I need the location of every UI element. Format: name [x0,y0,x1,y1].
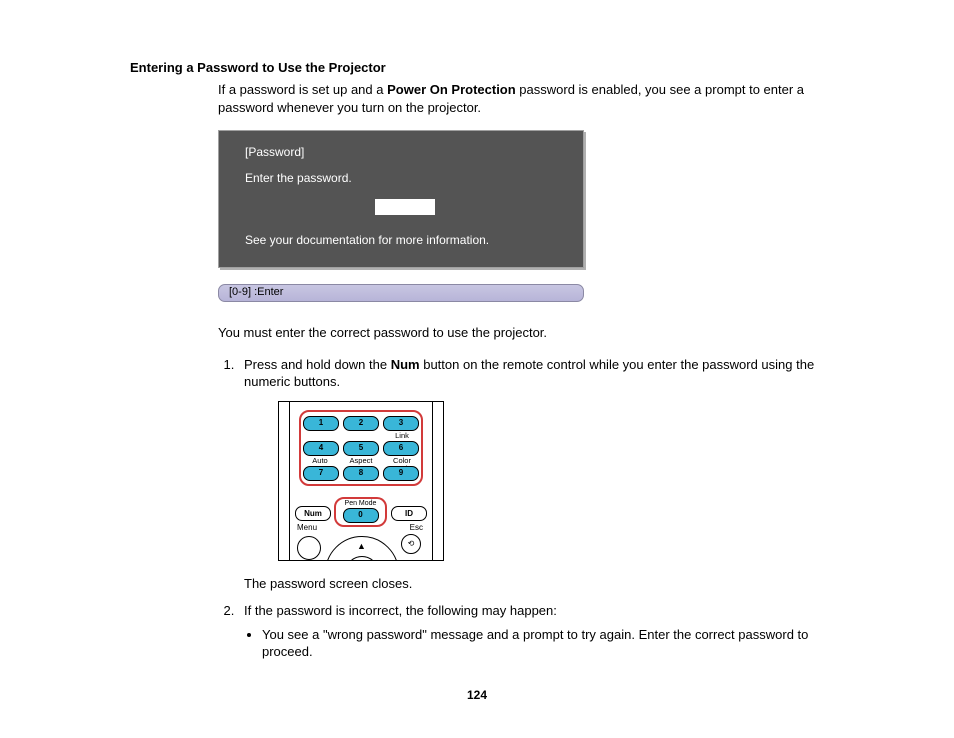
key-2: 2 [343,416,379,431]
key-5: 5 [343,441,379,456]
step1-bold: Num [391,357,420,372]
id-button: ID [391,506,427,521]
step2-bullet-1: You see a "wrong password" message and a… [262,626,859,661]
sublabel-color-mode: Color Mode [385,457,419,465]
numeric-keypad-highlight: 1 2 3 Link Menu 4 5 6 Au [299,410,423,486]
key-7: 7 [303,466,339,481]
section-heading: Entering a Password to Use the Projector [130,60,859,75]
osd-hint: See your documentation for more informat… [245,233,565,247]
remote-body-edge-right [432,401,433,561]
menu-label: Menu [297,523,317,534]
esc-button: ⟲ [401,534,421,554]
menu-button-circle [297,536,321,560]
remote-figure: 1 2 3 Link Menu 4 5 6 Au [278,401,444,561]
intro-bold: Power On Protection [387,82,516,97]
sublabel-aspect: Aspect [344,457,378,465]
osd-password-input [375,199,435,215]
step2-bullets: You see a "wrong password" message and a… [246,626,859,661]
num-button: Num [295,506,331,521]
step-1: Press and hold down the Num button on th… [238,356,859,593]
key-3: 3 [383,416,419,431]
intro-paragraph: If a password is set up and a Power On P… [218,81,859,116]
osd-figure: [Password] Enter the password. See your … [218,130,584,302]
document-page: Entering a Password to Use the Projector… [0,0,954,738]
key-8: 8 [343,466,379,481]
osd-screen: [Password] Enter the password. See your … [218,130,584,268]
page-number: 124 [0,688,954,702]
step2-text: If the password is incorrect, the follow… [244,603,557,618]
key-9: 9 [383,466,419,481]
arrow-up-icon: ▲ [357,540,366,552]
remote-body-edge-left [289,401,290,561]
osd-help-bar: [0-9] :Enter [218,284,584,302]
step1-result: The password screen closes. [244,575,859,593]
step1-pre: Press and hold down the [244,357,391,372]
sublabel-link-menu: Link Menu [385,432,419,440]
bottom-button-row: Num ID [295,506,427,521]
sublabel-blank-2 [344,432,378,440]
sublabel-blank-1 [303,432,337,440]
osd-title: [Password] [245,145,565,159]
key-6: 6 [383,441,419,456]
osd-prompt: Enter the password. [245,171,565,185]
esc-label: Esc [410,523,423,534]
sublabel-auto: Auto [303,457,337,465]
after-osd-paragraph: You must enter the correct password to u… [218,324,859,342]
key-4: 4 [303,441,339,456]
steps-list: Press and hold down the Num button on th… [218,356,859,661]
step-2: If the password is incorrect, the follow… [238,602,859,661]
intro-pre: If a password is set up and a [218,82,387,97]
key-1: 1 [303,416,339,431]
